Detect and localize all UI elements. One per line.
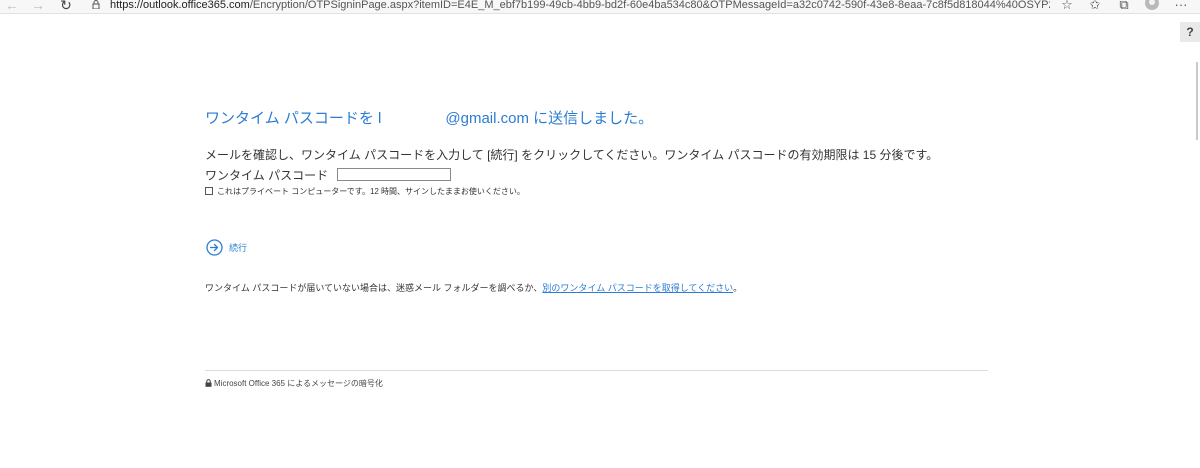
help-button[interactable]: ?: [1180, 22, 1200, 42]
instruction-text: メールを確認し、ワンタイム パスコードを入力して [続行] をクリックしてくださ…: [205, 148, 939, 162]
heading-marker: l: [378, 110, 382, 127]
lock-icon[interactable]: [92, 0, 100, 9]
passcode-row: ワンタイム パスコード: [205, 166, 451, 184]
lock-icon: [205, 379, 212, 387]
url-domain: https://outlook.office365.com: [110, 0, 250, 11]
continue-button[interactable]: 続行: [206, 239, 247, 256]
resend-help-text: ワンタイム パスコードが届いていない場合は、迷惑メール フォルダーを調べるか、別…: [205, 281, 742, 294]
refresh-icon[interactable]: ↻: [56, 0, 76, 13]
private-computer-label[interactable]: これはプライベート コンピューターです。12 時間、サインしたままお使いください…: [217, 187, 525, 196]
forward-icon[interactable]: →: [28, 0, 48, 13]
page-title: ワンタイム パスコードを l @gmail.com に送信しました。: [205, 107, 653, 128]
passcode-input[interactable]: [336, 168, 451, 182]
continue-label[interactable]: 続行: [229, 243, 247, 253]
resend-passcode-link[interactable]: 別のワンタイム パスコードを取得してください: [542, 283, 733, 293]
private-computer-option[interactable]: これはプライベート コンピューターです。12 時間、サインしたままお使いください…: [205, 186, 525, 197]
favorites-icon[interactable]: ✩: [1086, 0, 1104, 13]
more-icon[interactable]: ···: [1172, 0, 1190, 13]
heading-email: @gmail.com: [445, 110, 529, 127]
footer-divider: [205, 370, 988, 371]
arrow-right-circle-icon[interactable]: [206, 239, 223, 256]
profile-avatar[interactable]: [1145, 0, 1159, 10]
heading-suffix: に送信しました。: [528, 110, 654, 127]
scrollbar-thumb[interactable]: [1196, 62, 1198, 140]
passcode-label: ワンタイム パスコード: [205, 168, 329, 183]
url-path: /Encryption/OTPSigninPage.aspx?itemID=E4…: [249, 0, 1050, 11]
address-bar[interactable]: https://outlook.office365.com/Encryption…: [110, 0, 1050, 12]
private-computer-checkbox[interactable]: [205, 187, 213, 195]
footer: Microsoft Office 365 によるメッセージの暗号化: [205, 378, 383, 389]
footer-text: Microsoft Office 365 によるメッセージの暗号化: [214, 379, 383, 388]
browser-toolbar: ← → ↻ https://outlook.office365.com/Encr…: [0, 0, 1200, 14]
star-icon[interactable]: ☆: [1058, 0, 1076, 13]
back-icon[interactable]: ←: [2, 0, 22, 13]
heading-prefix: ワンタイム パスコードを: [205, 110, 379, 127]
resend-text: ワンタイム パスコードが届いていない場合は、迷惑メール フォルダーを調べるか、: [205, 283, 543, 293]
collections-icon[interactable]: ⧉: [1115, 0, 1133, 13]
resend-end: 。: [733, 283, 743, 293]
